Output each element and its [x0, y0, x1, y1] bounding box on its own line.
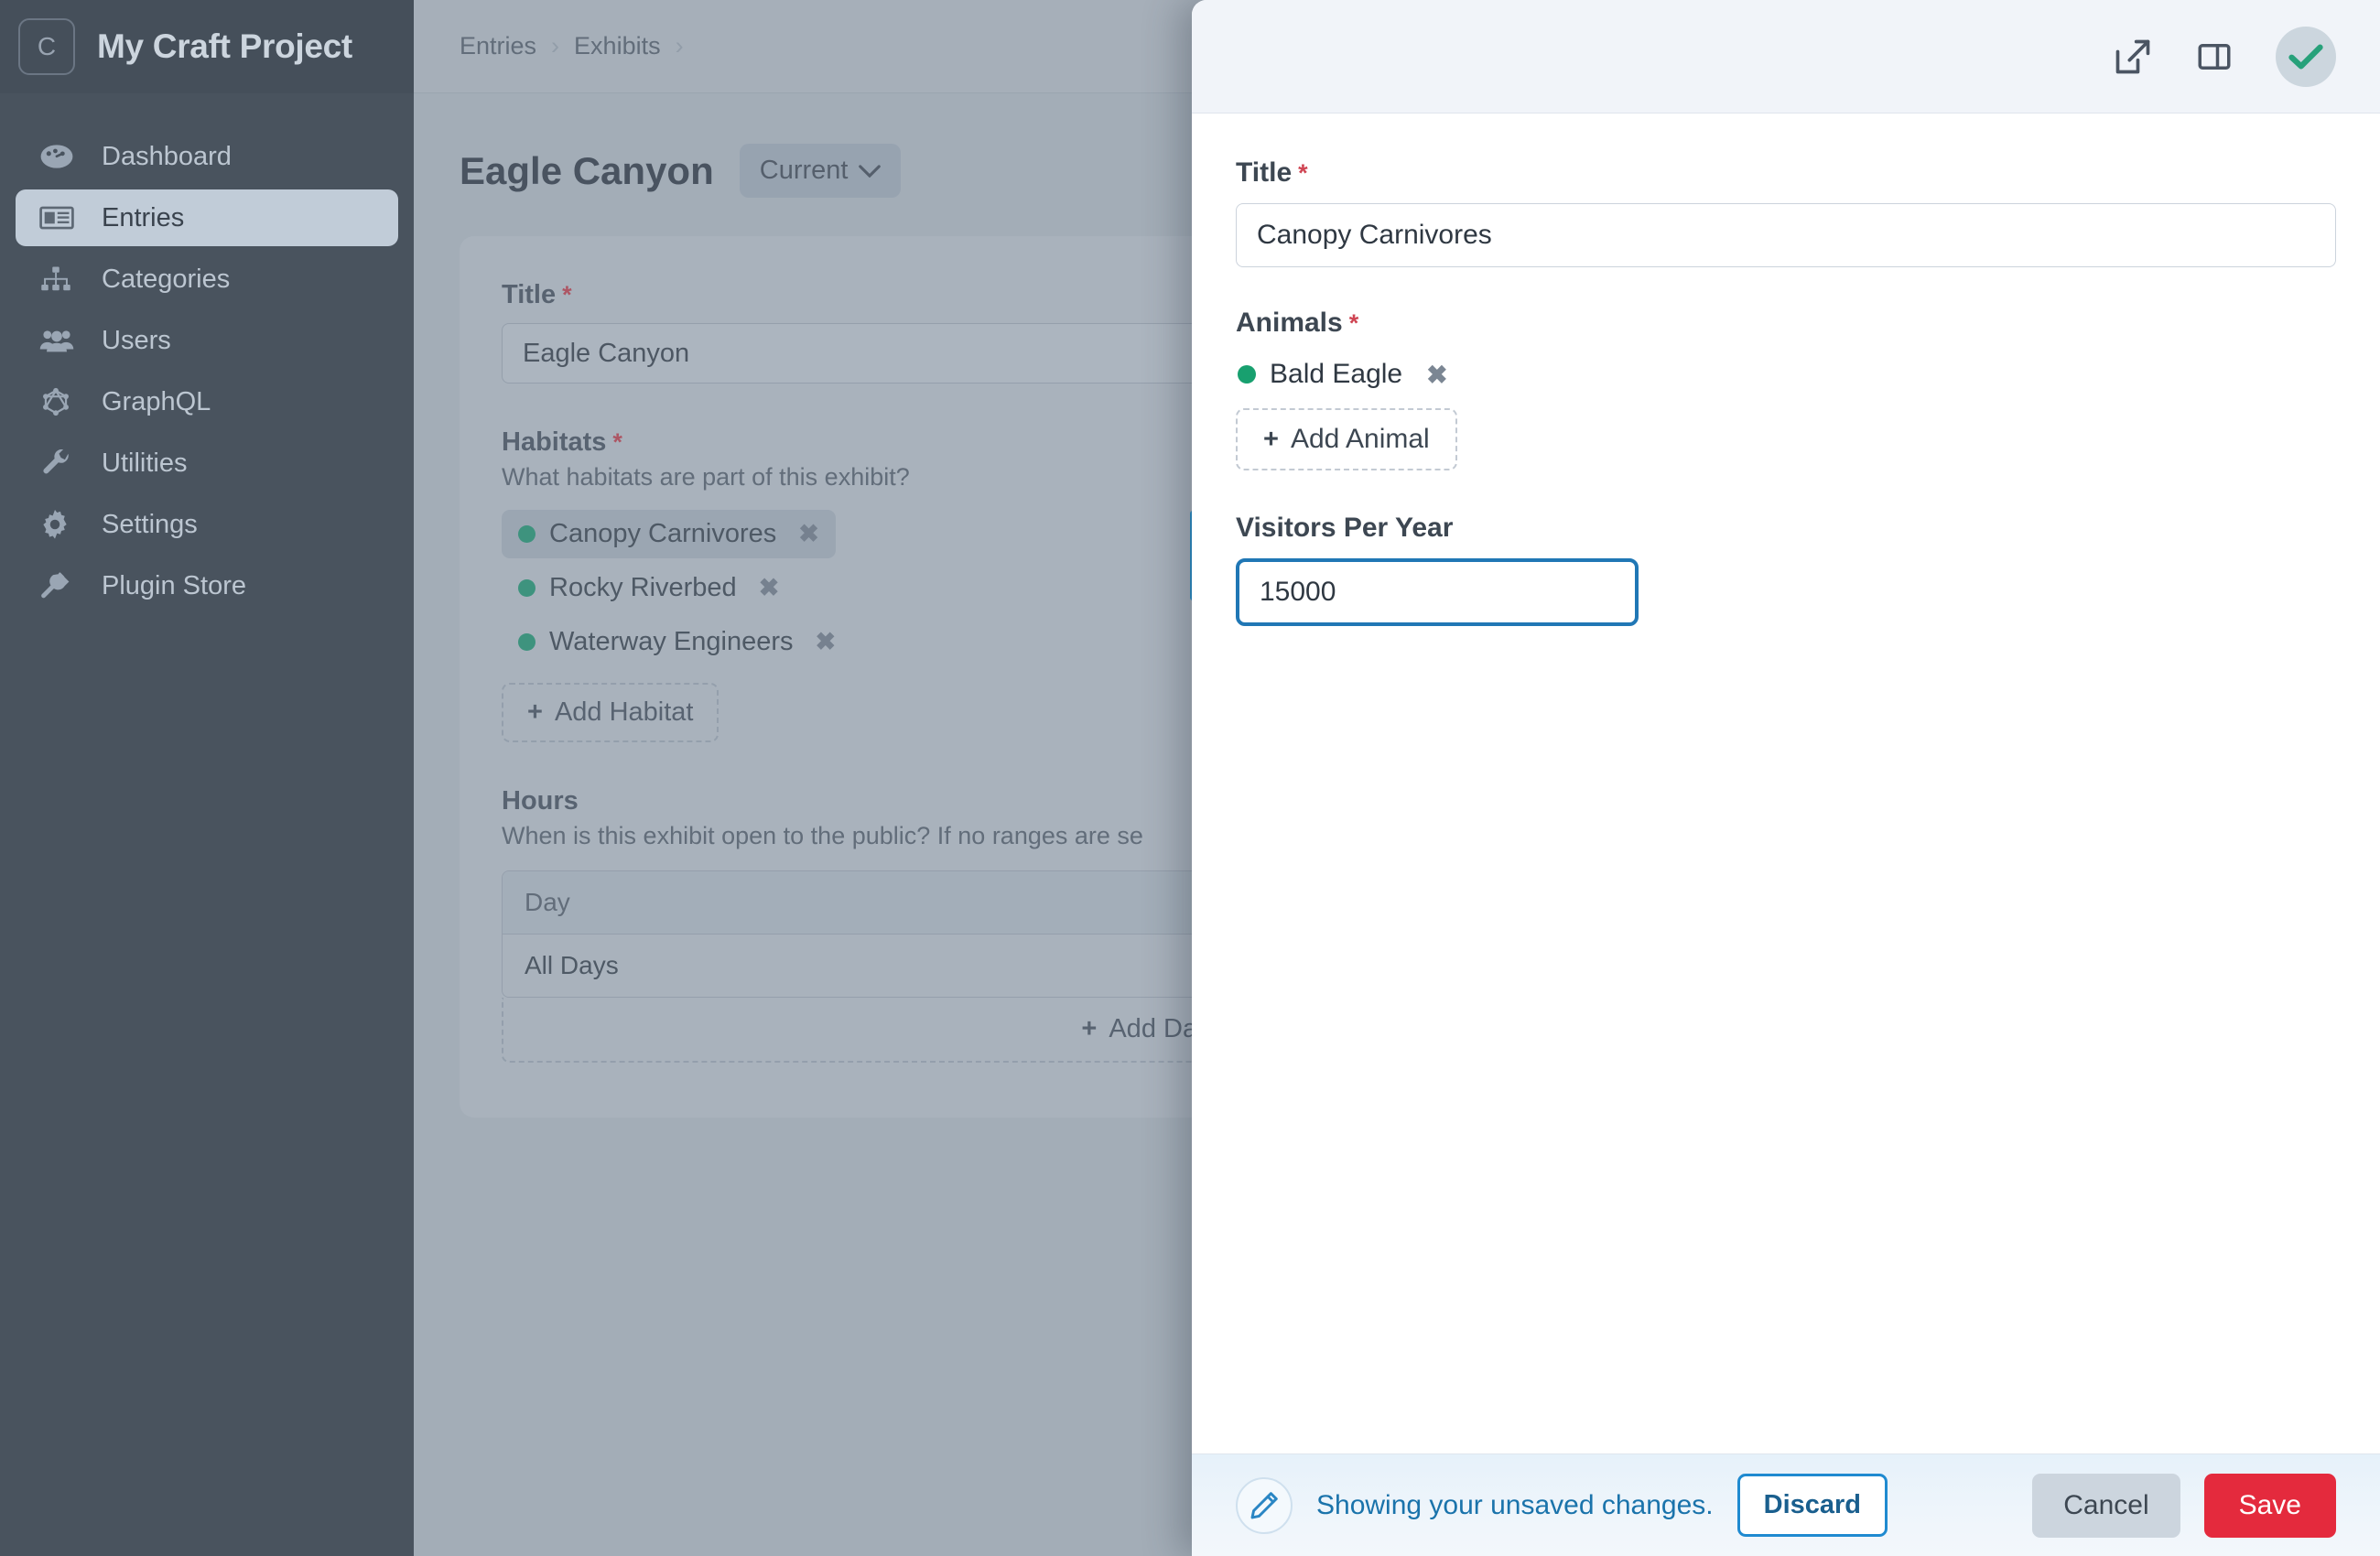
project-title: My Craft Project [97, 27, 352, 65]
breadcrumb-separator: › [675, 32, 684, 59]
sidebar-item-label: Dashboard [102, 141, 232, 171]
gear-icon [39, 508, 80, 541]
slideout-header [1192, 0, 2380, 113]
gauge-icon [39, 140, 80, 173]
status-dropdown[interactable]: Current [739, 144, 902, 198]
breadcrumb-exhibits[interactable]: Exhibits [574, 32, 661, 60]
sidebar-item-label: Categories [102, 264, 231, 294]
panel-visitors-label: Visitors Per Year [1236, 513, 1454, 543]
plus-icon: + [1263, 424, 1279, 454]
sidebar-item-label: Plugin Store [102, 570, 246, 600]
animal-chip-row: Bald Eagle ✖ [1236, 353, 2336, 395]
add-animal-button[interactable]: + Add Animal [1236, 408, 1457, 470]
add-animal-label: Add Animal [1290, 424, 1430, 454]
add-habitat-button[interactable]: + Add Habitat [502, 683, 719, 742]
pencil-icon [1236, 1476, 1293, 1534]
slideout-body: Title * Canopy Carnivores Animals * Bald E… [1192, 113, 2380, 1453]
plus-icon: + [527, 697, 543, 727]
panel-animals-label: Animals * [1236, 308, 1359, 338]
wrench-icon [39, 447, 80, 480]
sidebar-item-label: Settings [102, 509, 198, 539]
breadcrumb-entries[interactable]: Entries [460, 32, 536, 60]
remove-icon[interactable]: ✖ [759, 574, 780, 602]
panel-visitors-field: Visitors Per Year 15000 [1236, 513, 2336, 626]
column-header-day: Day [503, 871, 1224, 935]
slideout-footer: Showing your unsaved changes. Discard Ca… [1192, 1453, 2380, 1556]
save-button[interactable]: Save [2203, 1473, 2336, 1538]
project-logo[interactable]: C [18, 18, 75, 75]
habitat-chip[interactable]: Canopy Carnivores ✖ [502, 510, 836, 558]
sidebar-item-label: Entries [102, 202, 185, 232]
required-mark: * [1348, 309, 1359, 337]
panel-toggle-icon[interactable] [2195, 38, 2234, 76]
animal-chip-label: Bald Eagle [1270, 359, 1403, 389]
plug-icon [39, 569, 80, 602]
unsaved-changes-message: Showing your unsaved changes. [1316, 1489, 1714, 1520]
remove-icon[interactable]: ✖ [798, 520, 819, 548]
visitors-per-year-input[interactable]: 15000 [1236, 558, 1639, 626]
sidebar-item-entries[interactable]: Entries [16, 189, 398, 246]
habitat-chip-label: Canopy Carnivores [549, 519, 777, 548]
add-animal-wrap: + Add Animal [1236, 408, 2336, 470]
sidebar-item-label: Users [102, 325, 171, 355]
page-title: Eagle Canyon [460, 148, 714, 192]
sidebar-item-label: GraphQL [102, 386, 211, 416]
check-icon[interactable] [2276, 26, 2336, 87]
graphql-icon [39, 385, 80, 418]
cancel-button[interactable]: Cancel [2032, 1473, 2180, 1538]
required-mark: * [1298, 159, 1308, 187]
sidebar-item-graphql[interactable]: GraphQL [16, 373, 398, 430]
entries-icon [39, 201, 80, 234]
sidebar-nav: Dashboard Entries Categories Users Graph… [0, 128, 414, 619]
sidebar-item-categories[interactable]: Categories [16, 251, 398, 308]
remove-icon[interactable]: ✖ [1426, 360, 1447, 390]
cell-day[interactable]: All Days [503, 935, 1224, 997]
sidebar: C My Craft Project Dashboard Entries Cat… [0, 0, 414, 1556]
status-label: Current [759, 156, 849, 185]
habitat-chip-label: Waterway Engineers [549, 627, 794, 656]
status-dot-icon [518, 579, 536, 597]
status-dot-icon [1238, 365, 1256, 384]
users-icon [39, 324, 80, 357]
sidebar-item-users[interactable]: Users [16, 312, 398, 369]
plus-icon: + [1081, 1014, 1098, 1043]
sidebar-item-label: Utilities [102, 448, 188, 478]
panel-title-field: Title * Canopy Carnivores [1236, 157, 2336, 267]
sidebar-item-plugin-store[interactable]: Plugin Store [16, 557, 398, 614]
panel-title-label: Title * [1236, 157, 1308, 188]
sidebar-header: C My Craft Project [0, 0, 414, 93]
sitemap-icon [39, 263, 80, 296]
panel-title-input[interactable]: Canopy Carnivores [1236, 203, 2336, 267]
breadcrumb-separator: › [551, 32, 560, 59]
status-dot-icon [518, 525, 536, 543]
sidebar-item-settings[interactable]: Settings [16, 496, 398, 553]
add-habitat-label: Add Habitat [554, 697, 694, 727]
required-mark: * [562, 281, 572, 308]
required-mark: * [612, 428, 622, 456]
footer-actions: Cancel Save [2032, 1473, 2336, 1538]
chevron-down-icon [859, 159, 882, 183]
habitat-chip[interactable]: Rocky Riverbed ✖ [502, 564, 795, 612]
slideout-panel: Title * Canopy Carnivores Animals * Bald E… [1192, 0, 2380, 1556]
remove-icon[interactable]: ✖ [815, 628, 836, 656]
discard-button[interactable]: Discard [1736, 1474, 1888, 1537]
status-dot-icon [518, 633, 536, 651]
habitat-chip[interactable]: Waterway Engineers ✖ [502, 618, 852, 666]
panel-animals-field: Animals * Bald Eagle ✖ + Add Animal [1236, 308, 2336, 470]
external-link-icon[interactable] [2113, 37, 2153, 77]
animal-chip[interactable]: Bald Eagle ✖ [1236, 353, 1450, 395]
sidebar-item-utilities[interactable]: Utilities [16, 435, 398, 492]
sidebar-item-dashboard[interactable]: Dashboard [16, 128, 398, 185]
habitat-chip-label: Rocky Riverbed [549, 573, 737, 602]
